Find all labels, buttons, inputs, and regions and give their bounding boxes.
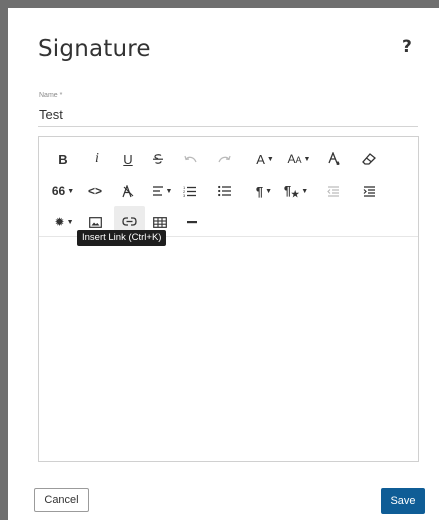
chevron-down-icon: ▼ [266,155,274,163]
image-icon [88,216,102,228]
help-icon[interactable]: ? [402,37,412,57]
link-icon [122,216,137,226]
bullet-list-icon [218,185,231,197]
chevron-down-icon: ▼ [301,187,309,195]
underline-icon: U [123,151,133,167]
cancel-button[interactable]: Cancel [34,488,89,512]
font-size-button[interactable]: AA ▼ [284,148,314,170]
horizontal-rule-button[interactable] [182,211,202,233]
clear-format-icon [122,184,134,197]
strikethrough-icon [153,154,163,164]
save-button[interactable]: Save [381,488,425,514]
signature-dialog: Signature ? Name * Test B i U A ▼ AA ▼ 6… [8,8,439,520]
undo-button[interactable] [180,148,200,170]
more-options-button[interactable]: ✹ ▼ [52,211,76,233]
outdent-button[interactable] [323,180,343,202]
signature-editor[interactable]: B i U A ▼ AA ▼ 66 ▼ <> ▼ 1 2 3 ¶ ▼ ¶★ ▼ … [38,136,419,462]
italic-button[interactable]: i [87,148,107,170]
svg-text:3: 3 [183,193,186,197]
indent-icon [363,185,375,197]
code-icon: <> [87,184,102,198]
name-field-underline [38,126,418,127]
insert-link-tooltip: Insert Link (Ctrl+K) [77,230,167,246]
highlight-icon [328,152,340,165]
numbered-list-icon: 1 2 3 [183,185,196,197]
dialog-title: Signature [38,36,151,62]
redo-button[interactable] [214,148,234,170]
chevron-down-icon: ▼ [303,155,311,163]
chevron-down-icon: ▼ [165,187,173,195]
paragraph-button[interactable]: ¶ ▼ [252,180,276,202]
code-button[interactable]: <> [84,180,106,202]
bold-button[interactable]: B [53,148,73,170]
chevron-down-icon: ▼ [66,218,74,226]
chevron-down-icon: ▼ [67,187,75,195]
horizontal-rule-icon [187,221,197,224]
align-button[interactable]: ▼ [149,180,175,202]
quote-icon: 66 [51,184,66,198]
gear-icon: ✹ [54,215,65,229]
eraser-icon [362,153,376,165]
bold-icon: B [58,151,68,167]
font-color-button[interactable]: A ▼ [252,148,278,170]
font-size-icon: AA [287,152,302,166]
highlight-button[interactable] [324,148,344,170]
strikethrough-button[interactable] [148,148,168,170]
table-icon [153,216,167,228]
font-color-icon: A [256,151,265,167]
outdent-icon [326,185,339,197]
quote-button[interactable]: 66 ▼ [51,180,75,202]
numbered-list-button[interactable]: 1 2 3 [180,180,200,202]
clear-format-button[interactable] [118,180,138,202]
underline-button[interactable]: U [118,148,138,170]
italic-icon: i [95,151,99,166]
chevron-down-icon: ▼ [265,187,273,195]
name-field-label: Name * [39,92,63,99]
align-icon [152,186,163,196]
paragraph-icon: ¶ [255,183,264,199]
eraser-button[interactable] [359,148,379,170]
paragraph-style-button[interactable]: ¶★ ▼ [281,180,311,202]
name-field[interactable]: Test [39,107,63,122]
bullet-list-button[interactable] [215,180,235,202]
redo-icon [217,155,231,163]
paragraph-style-icon: ¶★ [283,182,300,199]
undo-icon [183,155,197,163]
indent-button[interactable] [359,180,379,202]
